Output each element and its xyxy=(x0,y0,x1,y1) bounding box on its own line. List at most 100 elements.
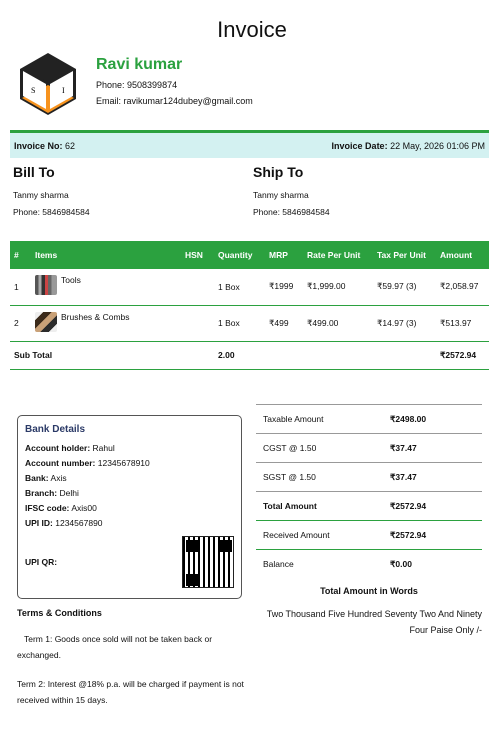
row-mrp: ₹1999 xyxy=(265,269,303,306)
row-amount: ₹513.97 xyxy=(436,305,489,342)
balance-label: Balance xyxy=(263,559,294,569)
col-header-amount: Amount xyxy=(436,241,489,269)
row-amount: ₹2,058.97 xyxy=(436,269,489,306)
company-phone: Phone: 9508399874 xyxy=(96,80,178,90)
bank-name-value: Axis xyxy=(50,473,67,483)
invoice-date-label: Invoice Date: xyxy=(331,140,388,151)
bank-name: Bank: Axis xyxy=(25,473,234,483)
table-row: 1 Tools 1 Box ₹1999 ₹1,999.00 ₹59.97 (3)… xyxy=(10,269,489,306)
bank-details-box: Bank Details Account holder: Rahul Accou… xyxy=(17,415,242,599)
company-email: Email: ravikumar124dubey@gmail.com xyxy=(96,96,253,106)
bank-name-label: Bank: xyxy=(25,473,49,483)
account-holder-value: Rahul xyxy=(92,443,115,453)
invoice-date-value: 22 May, 2026 01:06 PM xyxy=(390,140,485,151)
taxable-amount-value: ₹2498.00 xyxy=(390,413,427,424)
subtotal-amount: ₹2572.94 xyxy=(436,341,489,370)
balance-value: ₹0.00 xyxy=(390,558,412,569)
term-1: Term 1: Goods once sold will not be take… xyxy=(17,634,213,660)
bank-branch: Branch: Delhi xyxy=(25,488,234,498)
invoice-info-bar: Invoice No: 62 Invoice Date: 22 May, 202… xyxy=(10,130,489,158)
upi-qr-label: UPI QR: xyxy=(25,557,58,567)
received-amount-value: ₹2572.94 xyxy=(390,529,427,540)
row-quantity: 1 Box xyxy=(214,305,265,342)
cgst-label: CGST @ 1.50 xyxy=(263,443,317,453)
bank-details-title: Bank Details xyxy=(25,424,86,435)
invoice-number-value: 62 xyxy=(65,140,76,151)
account-number-label: Account number: xyxy=(25,458,96,468)
account-number: Account number: 12345678910 xyxy=(25,458,234,468)
total-amount-label: Total Amount xyxy=(263,501,317,511)
row-item: Brushes & Combs xyxy=(31,305,181,342)
upi-id: UPI ID: 1234567890 xyxy=(25,518,234,528)
row-item: Tools xyxy=(31,269,181,306)
bill-to-name: Tanmy sharma xyxy=(13,190,69,200)
cgst-row: CGST @ 1.50 ₹37.47 xyxy=(256,433,482,462)
total-amount-value: ₹2572.94 xyxy=(390,500,427,511)
row-rate: ₹499.00 xyxy=(303,305,373,342)
row-quantity: 1 Box xyxy=(214,269,265,306)
table-row: 2 Brushes & Combs 1 Box ₹499 ₹499.00 ₹14… xyxy=(10,305,489,342)
upi-id-label: UPI ID: xyxy=(25,518,53,528)
invoice-number: Invoice No: 62 xyxy=(14,141,75,151)
col-header-tax: Tax Per Unit xyxy=(373,241,436,269)
company-logo: S I xyxy=(20,53,76,115)
col-header-hsn: HSN xyxy=(181,241,214,269)
taxable-amount-row: Taxable Amount ₹2498.00 xyxy=(256,404,482,433)
bank-branch-value: Delhi xyxy=(59,488,79,498)
sgst-value: ₹37.47 xyxy=(390,471,417,482)
bill-to-heading: Bill To xyxy=(13,164,55,180)
col-header-mrp: MRP xyxy=(265,241,303,269)
bill-to-phone: Phone: 5846984584 xyxy=(13,207,90,217)
ship-to-name: Tanmy sharma xyxy=(253,190,309,200)
row-hsn xyxy=(181,305,214,342)
row-tax: ₹59.97 (3) xyxy=(373,269,436,306)
total-amount-row: Total Amount ₹2572.94 xyxy=(256,491,482,520)
upi-id-value: 1234567890 xyxy=(55,518,103,528)
col-header-rate: Rate Per Unit xyxy=(303,241,373,269)
ship-to-phone: Phone: 5846984584 xyxy=(253,207,330,217)
item-name: Brushes & Combs xyxy=(61,311,130,322)
bank-branch-label: Branch: xyxy=(25,488,58,498)
invoice-number-label: Invoice No: xyxy=(14,140,63,151)
company-name: Ravi kumar xyxy=(96,56,183,73)
items-table-header: # Items HSN Quantity MRP Rate Per Unit T… xyxy=(10,241,489,269)
account-holder: Account holder: Rahul xyxy=(25,443,234,453)
subtotal-row: Sub Total 2.00 ₹2572.94 xyxy=(10,341,489,370)
col-header-number: # xyxy=(10,241,31,269)
upi-qr-code xyxy=(182,536,234,588)
row-number: 2 xyxy=(10,305,31,342)
cgst-value: ₹37.47 xyxy=(390,442,417,453)
ifsc-code: IFSC code: Axis00 xyxy=(25,503,234,513)
ship-to-heading: Ship To xyxy=(253,164,304,180)
row-hsn xyxy=(181,269,214,306)
row-tax: ₹14.97 (3) xyxy=(373,305,436,342)
term-2: Term 2: Interest @18% p.a. will be charg… xyxy=(17,679,244,705)
row-mrp: ₹499 xyxy=(265,305,303,342)
balance-row: Balance ₹0.00 xyxy=(256,549,482,578)
row-number: 1 xyxy=(10,269,31,306)
item-name: Tools xyxy=(61,275,81,285)
ifsc-code-label: IFSC code: xyxy=(25,503,70,513)
received-amount-label: Received Amount xyxy=(263,530,330,540)
row-rate: ₹1,999.00 xyxy=(303,269,373,306)
sgst-label: SGST @ 1.50 xyxy=(263,472,316,482)
item-thumbnail-tools xyxy=(35,275,57,295)
ifsc-code-value: Axis00 xyxy=(71,503,97,513)
items-table: # Items HSN Quantity MRP Rate Per Unit T… xyxy=(10,241,489,370)
sgst-row: SGST @ 1.50 ₹37.47 xyxy=(256,462,482,491)
amount-in-words-title: Total Amount in Words xyxy=(320,586,418,596)
logo-letter-s: S xyxy=(31,86,35,95)
col-header-items: Items xyxy=(31,241,181,269)
taxable-amount-label: Taxable Amount xyxy=(263,414,324,424)
invoice-title: Invoice xyxy=(217,17,287,42)
item-thumbnail-brushes xyxy=(35,311,57,332)
totals-summary: Taxable Amount ₹2498.00 CGST @ 1.50 ₹37.… xyxy=(256,404,482,578)
logo-letter-i: I xyxy=(62,86,65,95)
terms-title: Terms & Conditions xyxy=(17,608,102,618)
account-number-value: 12345678910 xyxy=(97,458,150,468)
subtotal-label: Sub Total xyxy=(10,341,214,370)
col-header-quantity: Quantity xyxy=(214,241,265,269)
invoice-date: Invoice Date: 22 May, 2026 01:06 PM xyxy=(332,141,485,151)
account-holder-label: Account holder: xyxy=(25,443,91,453)
received-amount-row: Received Amount ₹2572.94 xyxy=(256,520,482,549)
